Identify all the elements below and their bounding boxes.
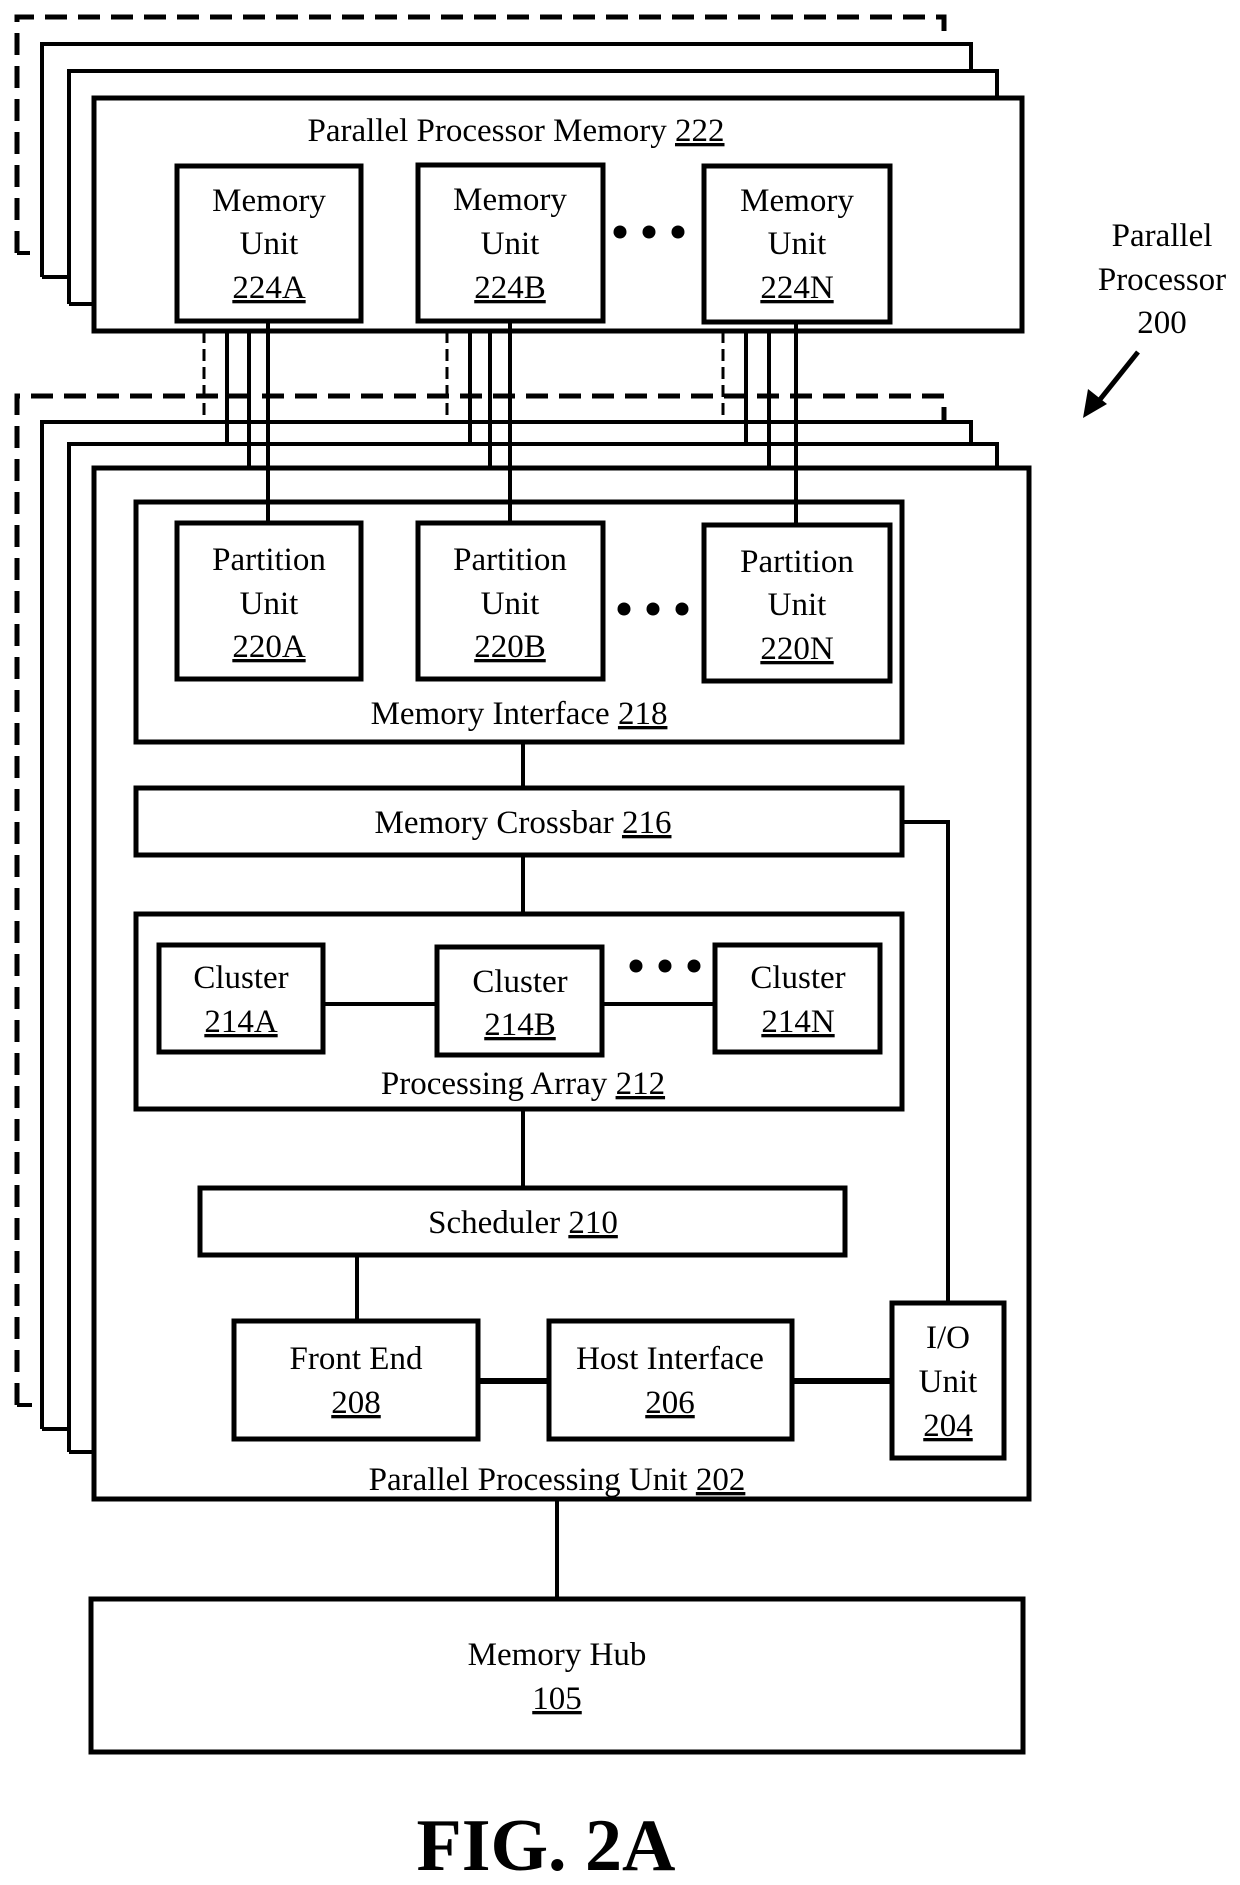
parallel-processor-memory-ref: 222	[675, 113, 725, 149]
cluster-214b: Cluster 214B	[434, 944, 605, 1058]
memory-interface-title: Memory Interface	[371, 696, 610, 732]
figure-caption: FIG. 2A	[417, 1805, 676, 1885]
memory-hub-ref: 105	[532, 1681, 582, 1717]
partition-unit-220n: Partition Unit 220N	[701, 522, 893, 684]
partition-unit-line2: Unit	[240, 586, 299, 622]
memory-interface-ref: 218	[618, 696, 668, 732]
partition-unit-220a: Partition Unit 220A	[174, 520, 364, 682]
scheduler-ref: 210	[568, 1205, 618, 1241]
memory-hub-105: Memory Hub 105	[88, 1596, 1026, 1755]
memory-unit-line1: Memory	[740, 183, 854, 219]
ellipsis-dot	[613, 225, 627, 239]
partition-unit-line2: Unit	[481, 586, 540, 622]
processing-array-ref: 212	[616, 1066, 666, 1102]
partition-unit-line1: Partition	[740, 544, 854, 580]
parallel-processor-callout: Parallel Processor 200	[1083, 218, 1226, 418]
parallel-processor-memory-title: Parallel Processor Memory	[308, 113, 668, 149]
memory-unit-line2: Unit	[481, 226, 540, 262]
cluster-214a: Cluster 214A	[156, 942, 326, 1055]
ellipsis-dot	[617, 602, 631, 616]
memory-crossbar-ref: 216	[622, 805, 672, 841]
callout-line2: Processor	[1098, 262, 1226, 298]
processing-array-title: Processing Array	[381, 1066, 608, 1102]
callout-line3: 200	[1137, 305, 1187, 341]
memory-unit-line1: Memory	[212, 183, 326, 219]
memory-interface-label: Memory Interface 218	[371, 696, 668, 732]
front-end-title: Front End	[290, 1341, 423, 1377]
io-unit-ref: 204	[923, 1408, 973, 1444]
memory-units-ellipsis	[613, 225, 685, 239]
front-end-box	[231, 1318, 481, 1442]
host-interface-ref: 206	[645, 1385, 695, 1421]
partition-unit-line2: Unit	[768, 587, 827, 623]
memory-unit-ref: 224B	[474, 270, 546, 306]
callout-line1: Parallel	[1112, 218, 1213, 254]
front-end-208: Front End 208	[231, 1318, 481, 1442]
parallel-processor-diagram: Parallel Processor Memory 222 Memory Uni…	[14, 14, 1226, 1885]
memory-crossbar-title: Memory Crossbar	[375, 805, 614, 841]
cluster-214n: Cluster 214N	[712, 942, 883, 1055]
ellipsis-dot	[687, 959, 701, 973]
parallel-processing-unit-title: Parallel Processing Unit	[369, 1462, 688, 1498]
memory-unit-224b: Memory Unit 224B	[415, 162, 606, 324]
ellipsis-dot	[658, 959, 672, 973]
memory-unit-224a: Memory Unit 224A	[174, 163, 364, 324]
cluster-label: Cluster	[750, 960, 845, 996]
scheduler-label: Scheduler 210	[428, 1205, 618, 1241]
cluster-ref: 214A	[204, 1004, 278, 1040]
front-end-ref: 208	[331, 1385, 381, 1421]
memory-unit-ref: 224N	[760, 270, 834, 306]
partition-unit-ref: 220B	[474, 629, 546, 665]
host-interface-206: Host Interface 206	[546, 1318, 795, 1442]
memory-unit-ref: 224A	[232, 270, 306, 306]
callout-arrow-icon	[1083, 350, 1140, 418]
ellipsis-dot	[675, 602, 689, 616]
scheduler-title: Scheduler	[428, 1205, 560, 1241]
parallel-processing-unit-ref: 202	[696, 1462, 746, 1498]
memory-hub-box	[88, 1596, 1026, 1755]
memory-unit-line2: Unit	[240, 226, 299, 262]
io-unit-line1: I/O	[926, 1320, 970, 1356]
host-interface-title: Host Interface	[576, 1341, 764, 1377]
memory-unit-224n: Memory Unit 224N	[701, 163, 893, 325]
partition-units-ellipsis	[617, 602, 689, 616]
memory-hub-title: Memory Hub	[468, 1637, 647, 1673]
partition-unit-220b: Partition Unit 220B	[415, 520, 606, 682]
memory-unit-line1: Memory	[453, 182, 567, 218]
ellipsis-dot	[671, 225, 685, 239]
cluster-ref: 214N	[761, 1004, 835, 1040]
ellipsis-dot	[646, 602, 660, 616]
io-unit-204: I/O Unit 204	[889, 1300, 1007, 1461]
cluster-label: Cluster	[193, 960, 288, 996]
ellipsis-dot	[629, 959, 643, 973]
memory-unit-line2: Unit	[768, 226, 827, 262]
ellipsis-dot	[642, 225, 656, 239]
cluster-ref: 214B	[484, 1007, 556, 1043]
cluster-label: Cluster	[472, 964, 567, 1000]
partition-unit-line1: Partition	[212, 542, 326, 578]
partition-unit-ref: 220A	[232, 629, 306, 665]
io-unit-line2: Unit	[919, 1364, 978, 1400]
partition-unit-ref: 220N	[760, 631, 834, 667]
parallel-processing-unit-label: Parallel Processing Unit 202	[369, 1462, 746, 1498]
clusters-ellipsis	[629, 959, 701, 973]
parallel-processor-memory-label: Parallel Processor Memory 222	[308, 113, 725, 149]
host-interface-box	[546, 1318, 795, 1442]
processing-array-label: Processing Array 212	[381, 1066, 665, 1102]
memory-crossbar-label: Memory Crossbar 216	[375, 805, 672, 841]
partition-unit-line1: Partition	[453, 542, 567, 578]
